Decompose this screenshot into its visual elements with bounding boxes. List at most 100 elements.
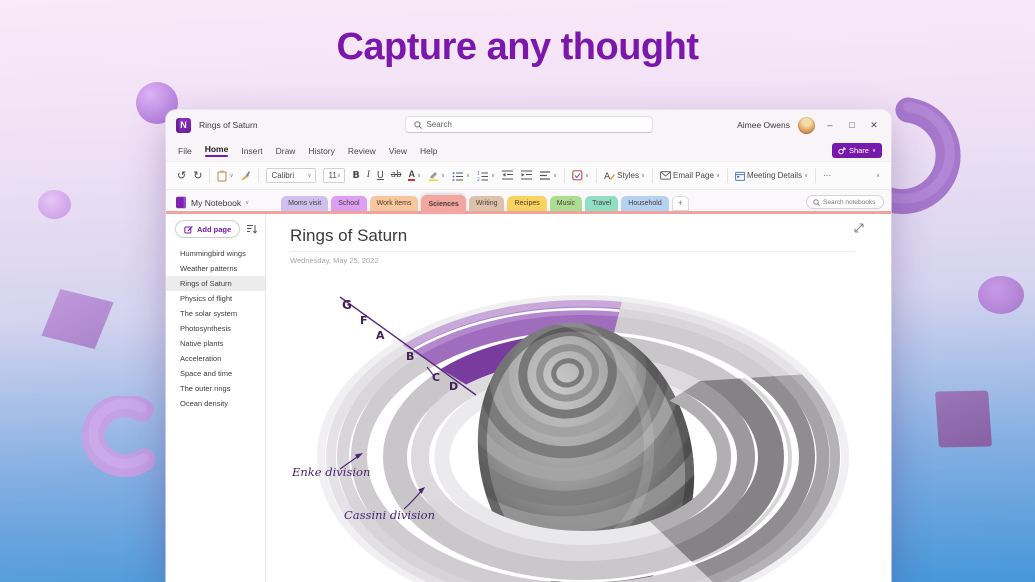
numbered-list-button[interactable]: 12 ∨ (477, 171, 495, 181)
format-painter-button[interactable] (240, 170, 251, 181)
envelope-icon (660, 171, 671, 180)
page-content: Rings of Saturn Wednesday, May 25, 2022 (266, 214, 891, 582)
todo-tag-button[interactable]: ∨ (572, 170, 589, 181)
menu-item[interactable]: Insert (241, 146, 262, 156)
italic-button[interactable]: I (367, 170, 370, 181)
section-tab[interactable]: Music (550, 196, 582, 211)
pages-sidebar: Add page Hummingbird wingsWeather patter… (166, 214, 266, 582)
more-commands-button[interactable]: ··· (823, 171, 831, 180)
share-button[interactable]: Share ∨ (832, 143, 882, 158)
notebook-switcher[interactable]: My Notebook ∨ (166, 196, 257, 214)
onenote-app-icon: N (176, 118, 191, 133)
search-icon (414, 121, 422, 129)
notebook-search-input[interactable]: Search notebooks (806, 195, 884, 209)
section-tab[interactable]: Household (621, 196, 668, 211)
paste-button[interactable]: ∨ (217, 170, 233, 182)
page-background: Capture any thought N Rings of Saturn Se… (0, 0, 1035, 582)
sidebar-page-item[interactable]: Native plants (166, 336, 265, 351)
sidebar-page-item[interactable]: Ocean density (166, 396, 265, 411)
sidebar-page-item[interactable]: Physics of flight (166, 291, 265, 306)
menu-item[interactable]: Help (420, 146, 437, 156)
bold-button[interactable]: B (352, 170, 359, 181)
menu-item[interactable]: Review (348, 146, 376, 156)
ring-letter-f: F (360, 314, 368, 327)
decrease-indent-button[interactable] (502, 170, 514, 182)
section-tab[interactable]: Travel (585, 196, 618, 211)
ribbon-toolbar: ↺ ↻ ∨ Calibri∨ 11∨ B I U ab A ∨ (166, 161, 891, 190)
email-page-button[interactable]: Email Page ∨ (660, 171, 720, 180)
cassini-division-label: Cassini division (344, 508, 435, 522)
calendar-icon (735, 171, 745, 181)
font-name-select[interactable]: Calibri∨ (266, 168, 316, 183)
svg-text:2: 2 (477, 177, 480, 181)
maximize-button[interactable]: □ (845, 120, 859, 130)
chevron-down-icon: ∨ (872, 148, 876, 154)
window-title: Rings of Saturn (199, 120, 258, 130)
sidebar-page-item[interactable]: The outer rings (166, 381, 265, 396)
menu-bar: FileHomeInsertDrawHistoryReviewViewHelp … (166, 140, 891, 161)
menu-item[interactable]: Home (205, 144, 229, 157)
sidebar-page-item[interactable]: The solar system (166, 306, 265, 321)
section-tab[interactable]: Sciences (421, 195, 465, 214)
indent-icon (521, 170, 533, 180)
alignment-button[interactable]: ∨ (540, 171, 557, 181)
highlighter-button[interactable]: ∨ (428, 170, 445, 181)
chevron-down-icon: ∨ (229, 173, 233, 179)
page-title[interactable]: Rings of Saturn (290, 226, 855, 252)
chevron-down-icon: ∨ (441, 173, 445, 179)
redo-button[interactable]: ↻ (193, 170, 202, 181)
menu-item[interactable]: Draw (276, 146, 296, 156)
ring-letter-a: A (376, 329, 385, 342)
styles-button[interactable]: A Styles ∨ (604, 170, 645, 181)
section-tab[interactable]: School (331, 196, 366, 211)
menu-item[interactable]: File (178, 146, 192, 156)
user-avatar[interactable] (798, 117, 815, 134)
sidebar-page-item[interactable]: Photosynthesis (166, 321, 265, 336)
sidebar-page-item[interactable]: Hummingbird wings (166, 246, 265, 261)
section-tab[interactable]: Moms visit (281, 196, 328, 211)
checkbox-icon (572, 170, 583, 181)
numbered-list-icon: 12 (477, 171, 489, 181)
sidebar-page-item[interactable]: Weather patterns (166, 261, 265, 276)
user-name: Aimee Owens (737, 120, 790, 130)
ring-letter-d: D (449, 380, 458, 393)
compose-icon (184, 225, 193, 234)
section-tab[interactable]: Work items (370, 196, 419, 211)
sidebar-page-item[interactable]: Rings of Saturn (166, 276, 265, 291)
underline-button[interactable]: U (377, 170, 384, 181)
increase-indent-button[interactable] (521, 170, 533, 182)
decor-square-right (935, 391, 992, 448)
chevron-down-icon: ∨ (245, 200, 249, 206)
section-tab[interactable]: Writing (469, 196, 505, 211)
menu-item[interactable]: History (308, 146, 334, 156)
enke-division-label: Enke division (291, 465, 370, 479)
font-size-select[interactable]: 11∨ (323, 168, 345, 183)
ring-letter-c: C (432, 371, 440, 384)
outdent-icon (502, 170, 514, 180)
sidebar-page-item[interactable]: Acceleration (166, 351, 265, 366)
sort-pages-icon[interactable] (246, 224, 257, 235)
add-page-button[interactable]: Add page (175, 220, 240, 238)
minimize-button[interactable]: – (823, 120, 837, 130)
decor-hook-left (70, 396, 170, 484)
notebook-bar: My Notebook ∨ Moms visitSchool Work items… (166, 190, 891, 214)
chevron-down-icon: ∨ (585, 173, 589, 179)
bullet-list-button[interactable]: ∨ (452, 171, 470, 181)
title-bar: N Rings of Saturn Search Aimee Owens – □… (166, 110, 891, 140)
ring-letter-b: B (406, 350, 414, 363)
sidebar-page-item[interactable]: Space and time (166, 366, 265, 381)
strikethrough-button[interactable]: ab (391, 170, 402, 181)
svg-text:A: A (604, 172, 611, 181)
font-color-button[interactable]: A ∨ (408, 170, 421, 181)
meeting-details-button[interactable]: Meeting Details ∨ (735, 171, 808, 181)
chevron-down-icon: ∨ (491, 173, 495, 179)
collapse-ribbon-icon[interactable]: ∨ (876, 173, 880, 179)
expand-page-icon[interactable] (853, 222, 865, 234)
decor-arc-right (876, 94, 988, 226)
menu-item[interactable]: View (389, 146, 407, 156)
add-section-button[interactable]: + (672, 196, 689, 211)
undo-button[interactable]: ↺ (177, 170, 186, 181)
section-tab[interactable]: Recipes (507, 196, 546, 211)
search-input[interactable]: Search (405, 116, 653, 133)
close-button[interactable]: ✕ (867, 120, 881, 131)
